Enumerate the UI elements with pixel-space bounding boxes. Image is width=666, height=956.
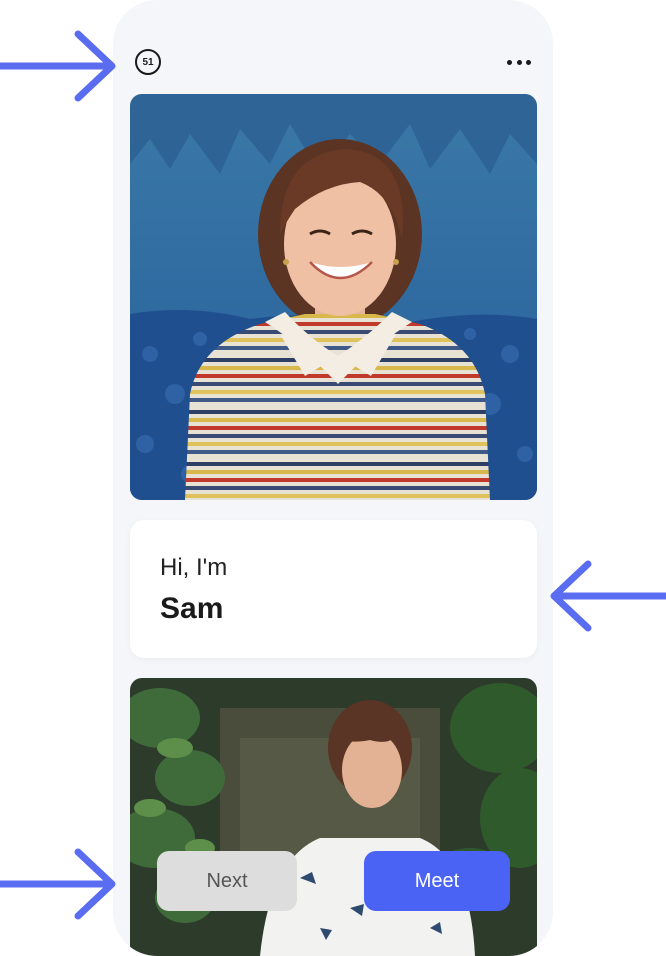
dot <box>516 59 522 65</box>
dot <box>507 59 512 65</box>
more-dots-icon[interactable] <box>507 56 531 68</box>
stage: 51 Hi, I'm Sam Next Meet <box>0 0 666 956</box>
countdown-timer-icon[interactable]: 51 <box>135 49 161 75</box>
secondary-photo <box>130 678 537 956</box>
top-bar: 51 <box>113 44 553 84</box>
pointer-arrow-icon <box>550 560 666 632</box>
next-button[interactable]: Next <box>157 851 297 911</box>
meet-button[interactable]: Meet <box>364 851 510 911</box>
intro-greeting: Hi, I'm <box>160 554 228 581</box>
dot <box>526 59 531 65</box>
pointer-arrow-icon <box>0 848 116 920</box>
profile-photo <box>130 94 537 500</box>
phone-frame: 51 Hi, I'm Sam Next Meet <box>113 0 553 956</box>
intro-card: Hi, I'm Sam <box>130 520 537 658</box>
pointer-arrow-icon <box>0 30 116 102</box>
counter-value: 51 <box>142 56 154 68</box>
profile-name: Sam <box>160 592 224 625</box>
